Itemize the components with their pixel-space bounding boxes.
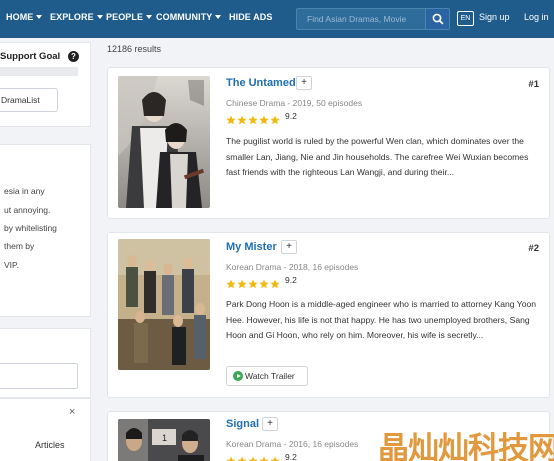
close-icon[interactable]: × <box>69 406 75 418</box>
support-progress-bar <box>0 67 78 76</box>
chevron-down-icon <box>36 15 43 19</box>
rating-stars <box>226 115 280 125</box>
poster-image[interactable]: 1 <box>118 419 210 461</box>
dramalist-button[interactable]: DramaList <box>0 88 58 112</box>
nav-explore-label: EXPLORE <box>50 12 94 22</box>
star-icon <box>270 279 280 289</box>
drama-description: Park Dong Hoon is a middle-aged engineer… <box>226 299 537 341</box>
rank-label: #2 <box>528 243 539 254</box>
notice-line: them by <box>4 241 35 251</box>
articles-tab[interactable]: Articles <box>35 440 65 450</box>
results-count: 12186 results <box>107 44 162 54</box>
search-button[interactable] <box>425 9 449 29</box>
result-card: My Mister + #2 Korean Drama - 2018, 16 e… <box>107 232 550 398</box>
top-navbar: HOME EXPLORE PEOPLE COMMUNITY HIDE ADS E… <box>0 0 554 38</box>
star-icon <box>237 279 247 289</box>
signup-link[interactable]: Sign up <box>479 12 510 22</box>
sidebar-input[interactable] <box>0 363 78 389</box>
poster-image[interactable] <box>118 76 210 208</box>
star-icon <box>226 456 236 461</box>
star-icon <box>237 456 247 461</box>
star-icon <box>270 115 280 125</box>
nav-explore[interactable]: EXPLORE <box>50 12 103 22</box>
notice-line: ut annoying. <box>4 205 51 215</box>
star-icon <box>248 279 258 289</box>
rating-stars <box>226 456 280 461</box>
star-icon <box>237 115 247 125</box>
star-icon <box>248 456 258 461</box>
nav-people[interactable]: PEOPLE <box>106 12 153 22</box>
rating-value: 9.2 <box>285 452 297 461</box>
rating-value: 9.2 <box>285 111 297 121</box>
drama-title-link[interactable]: My Mister <box>226 241 277 253</box>
search-input[interactable] <box>297 9 425 29</box>
star-icon <box>226 279 236 289</box>
nav-home-label: HOME <box>6 12 34 22</box>
articles-panel <box>0 398 91 461</box>
help-icon[interactable]: ? <box>68 51 79 62</box>
watch-trailer-button[interactable]: Watch Trailer <box>226 366 308 386</box>
drama-title-link[interactable]: Signal <box>226 418 259 430</box>
login-link[interactable]: Log in <box>524 12 549 22</box>
support-goal-title: Support Goal <box>0 51 61 62</box>
add-to-list-button[interactable]: + <box>262 417 278 431</box>
watermark: 晶灿灿科技网 <box>378 431 554 461</box>
notice-line: by whitelisting <box>4 223 57 233</box>
notice-line: esia in any <box>4 186 45 196</box>
drama-meta: Korean Drama - 2018, 16 episodes <box>226 262 359 272</box>
poster-image[interactable] <box>118 239 210 370</box>
play-icon <box>233 371 243 381</box>
nav-hide-ads-label: HIDE ADS <box>229 12 273 22</box>
nav-community[interactable]: COMMUNITY <box>156 12 222 22</box>
chevron-down-icon <box>96 15 103 19</box>
star-icon <box>270 456 280 461</box>
drama-title-link[interactable]: The Untamed <box>226 77 296 89</box>
search-icon <box>432 13 444 25</box>
svg-text:1: 1 <box>162 433 167 443</box>
rating-value: 9.2 <box>285 275 297 285</box>
star-icon <box>226 115 236 125</box>
add-to-list-button[interactable]: + <box>281 240 297 254</box>
nav-hide-ads[interactable]: HIDE ADS <box>229 12 272 22</box>
star-icon <box>259 456 269 461</box>
drama-meta: Chinese Drama - 2019, 50 episodes <box>226 98 363 108</box>
chevron-down-icon <box>215 15 222 19</box>
star-icon <box>259 115 269 125</box>
language-button[interactable]: EN <box>457 11 474 26</box>
star-icon <box>248 115 258 125</box>
result-card: The Untamed + #1 Chinese Drama - 2019, 5… <box>107 67 550 219</box>
drama-meta: Korean Drama - 2016, 16 episodes <box>226 439 359 449</box>
drama-description: The pugilist world is ruled by the power… <box>226 136 529 178</box>
notice-line: VIP. <box>4 260 19 270</box>
rating-stars <box>226 279 280 289</box>
search-box <box>296 8 450 30</box>
chevron-down-icon <box>146 15 153 19</box>
star-icon <box>259 279 269 289</box>
add-to-list-button[interactable]: + <box>296 76 312 90</box>
language-label: EN <box>460 15 471 22</box>
nav-people-label: PEOPLE <box>106 12 144 22</box>
nav-home[interactable]: HOME <box>6 12 43 22</box>
nav-community-label: COMMUNITY <box>156 12 213 22</box>
rank-label: #1 <box>528 79 539 90</box>
watch-trailer-label: Watch Trailer <box>245 371 295 381</box>
